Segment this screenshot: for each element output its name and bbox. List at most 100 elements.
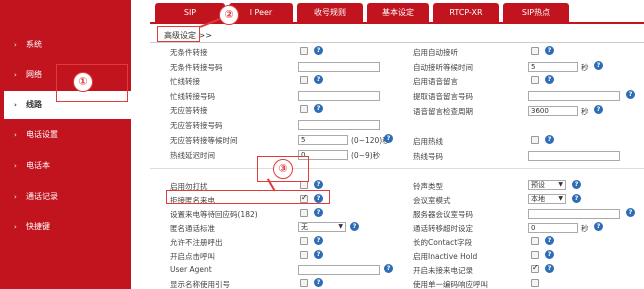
unconditional-forward-number-input[interactable] bbox=[298, 62, 380, 72]
inactive-hold-checkbox[interactable] bbox=[531, 251, 539, 259]
help-icon[interactable]: ? bbox=[626, 208, 635, 217]
unit-label: 秒 bbox=[581, 63, 589, 72]
help-icon[interactable]: ? bbox=[314, 104, 323, 113]
no-answer-forward-checkbox[interactable] bbox=[300, 105, 308, 113]
field-label: User Agent bbox=[170, 265, 212, 274]
help-icon[interactable]: ? bbox=[314, 236, 323, 245]
tab-label: SIP bbox=[183, 8, 197, 17]
sidebar-item-phonebook[interactable]: › 电话本 bbox=[0, 152, 131, 180]
dial-without-register-checkbox[interactable] bbox=[300, 237, 308, 245]
tab-dial-rules[interactable]: 收号规则 bbox=[297, 3, 363, 23]
help-icon[interactable]: ? bbox=[545, 250, 554, 259]
single-codec-checkbox[interactable] bbox=[531, 279, 539, 287]
busy-forward-checkbox[interactable] bbox=[300, 76, 308, 84]
help-icon[interactable]: ? bbox=[384, 264, 393, 273]
tab-label: 收号规则 bbox=[314, 8, 346, 17]
voicemail-checkbox[interactable] bbox=[531, 76, 539, 84]
field-label: 匿名通话标准 bbox=[170, 224, 215, 233]
voicemail-check-period-input[interactable]: 3600 bbox=[528, 106, 578, 116]
help-icon[interactable]: ? bbox=[594, 61, 603, 70]
sidebar-item-label: 通话记录 bbox=[26, 192, 58, 201]
select-value: 本地 bbox=[531, 195, 545, 203]
help-icon[interactable]: ? bbox=[545, 75, 554, 84]
field-label: 无应答转接等候时间 bbox=[170, 136, 238, 145]
annotation-box-3 bbox=[166, 190, 330, 204]
sidebar-item-label: 电话本 bbox=[26, 161, 50, 170]
field-label: 开启未接来电记录 bbox=[413, 266, 473, 275]
help-icon[interactable]: ? bbox=[545, 264, 554, 273]
help-icon[interactable]: ? bbox=[594, 105, 603, 114]
sidebar-item-system[interactable]: › 系统 bbox=[0, 31, 131, 59]
field-label: 无条件转接 bbox=[170, 48, 208, 57]
annotation-marker-1: ① bbox=[73, 72, 93, 92]
help-icon[interactable]: ? bbox=[314, 180, 323, 189]
conference-number-input[interactable] bbox=[528, 209, 620, 219]
hotline-number-input[interactable] bbox=[528, 151, 620, 161]
field-label: 热线延迟时间 bbox=[170, 151, 215, 160]
field-label: 通话转移超时设定 bbox=[413, 224, 473, 233]
help-icon[interactable]: ? bbox=[314, 208, 323, 217]
tab-basic-settings[interactable]: 基本设定 bbox=[367, 3, 429, 23]
field-label: 启用语音留言 bbox=[413, 77, 458, 86]
select-value: 预设 bbox=[531, 181, 545, 189]
help-icon[interactable]: ? bbox=[572, 194, 581, 203]
no-answer-wait-input[interactable]: 5 bbox=[298, 135, 348, 145]
auto-answer-checkbox[interactable] bbox=[531, 47, 539, 55]
field-label: 服务器会议室号码 bbox=[413, 210, 473, 219]
chevron-right-icon: › bbox=[14, 223, 17, 231]
display-name-quotes-checkbox[interactable] bbox=[300, 279, 308, 287]
field-label: 热线号码 bbox=[413, 152, 443, 161]
user-agent-input[interactable] bbox=[298, 265, 380, 275]
sidebar-item-label: 电话设置 bbox=[26, 130, 58, 139]
annotation-box-2 bbox=[157, 26, 200, 42]
annotation-marker-2: ② bbox=[219, 5, 239, 25]
chevron-down-icon: ▼ bbox=[558, 195, 563, 202]
unconditional-forward-checkbox[interactable] bbox=[300, 47, 308, 55]
tab-label: 基本设定 bbox=[382, 8, 414, 17]
transfer-timeout-input[interactable]: 0 bbox=[528, 223, 578, 233]
help-icon[interactable]: ? bbox=[384, 134, 393, 143]
help-icon[interactable]: ? bbox=[314, 278, 323, 287]
sidebar-item-phone-settings[interactable]: › 电话设置 bbox=[0, 121, 131, 149]
field-label: 语音留言检查周期 bbox=[413, 107, 473, 116]
help-icon[interactable]: ? bbox=[350, 222, 359, 231]
call-waiting-182-checkbox[interactable] bbox=[300, 209, 308, 217]
help-icon[interactable]: ? bbox=[626, 90, 635, 99]
field-label: 显示名称使用引号 bbox=[170, 280, 230, 289]
help-icon[interactable]: ? bbox=[572, 180, 581, 189]
dnd-checkbox[interactable] bbox=[300, 181, 308, 189]
help-icon[interactable]: ? bbox=[545, 236, 554, 245]
help-icon[interactable]: ? bbox=[545, 46, 554, 55]
long-contact-checkbox[interactable] bbox=[531, 237, 539, 245]
field-label: 启用Inactive Hold bbox=[413, 252, 478, 261]
tab-rtcp-xr[interactable]: RTCP-XR bbox=[433, 3, 499, 23]
ringtone-type-select[interactable]: 预设 ▼ bbox=[528, 180, 566, 190]
no-answer-forward-number-input[interactable] bbox=[298, 120, 380, 130]
click-to-call-checkbox[interactable] bbox=[300, 251, 308, 259]
help-icon[interactable]: ? bbox=[594, 222, 603, 231]
sidebar-item-function-keys[interactable]: › 快捷键 bbox=[0, 213, 131, 241]
field-label: 启用自动接听 bbox=[413, 48, 458, 57]
voicemail-number-input[interactable] bbox=[528, 91, 620, 101]
help-icon[interactable]: ? bbox=[314, 46, 323, 55]
sidebar-item-call-log[interactable]: › 通话记录 bbox=[0, 183, 131, 211]
conference-mode-select[interactable]: 本地 ▼ bbox=[528, 194, 566, 204]
field-label: 启用热线 bbox=[413, 137, 443, 146]
help-icon[interactable]: ? bbox=[314, 75, 323, 84]
busy-forward-number-input[interactable] bbox=[298, 91, 380, 101]
select-value: 无 bbox=[301, 223, 308, 231]
chevron-down-icon: ▼ bbox=[558, 181, 563, 188]
chevron-right-icon: › bbox=[14, 131, 17, 139]
chevron-down-icon: ▼ bbox=[338, 223, 343, 230]
auto-answer-wait-input[interactable]: 5 bbox=[528, 62, 578, 72]
field-label: 无应答转接号码 bbox=[170, 121, 223, 130]
missed-call-log-checkbox[interactable] bbox=[531, 263, 539, 273]
help-icon[interactable]: ? bbox=[545, 135, 554, 144]
unit-label: (0~9)秒 bbox=[351, 151, 381, 160]
tab-sip-hotspot[interactable]: SIP热点 bbox=[503, 3, 569, 23]
annotation-marker-3: ③ bbox=[273, 159, 293, 179]
hotline-checkbox[interactable] bbox=[531, 136, 539, 144]
help-icon[interactable]: ? bbox=[314, 250, 323, 259]
field-label: 忙线转接 bbox=[170, 77, 200, 86]
anonymous-call-standard-select[interactable]: 无 ▼ bbox=[298, 222, 346, 232]
